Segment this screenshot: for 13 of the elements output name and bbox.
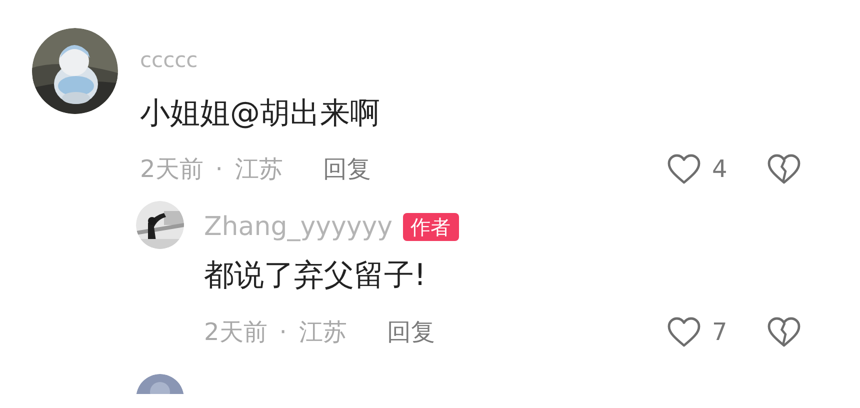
location: 江苏 xyxy=(298,317,347,348)
timestamp: 2天前 xyxy=(204,317,268,348)
like-count: 7 xyxy=(712,318,728,346)
comment-text: 都说了弃父留子! xyxy=(204,257,428,295)
location: 江苏 xyxy=(234,154,283,185)
timestamp: 2天前 xyxy=(140,154,204,185)
reply-button[interactable]: 回复 xyxy=(322,153,371,185)
separator-dot: · xyxy=(279,318,287,346)
comment-text: 小姐姐@胡出来啊 xyxy=(140,95,381,133)
separator-dot: · xyxy=(215,155,223,183)
reply-button[interactable]: 回复 xyxy=(386,316,435,348)
like-count: 4 xyxy=(712,155,728,183)
author-badge: 作者 xyxy=(402,213,459,241)
